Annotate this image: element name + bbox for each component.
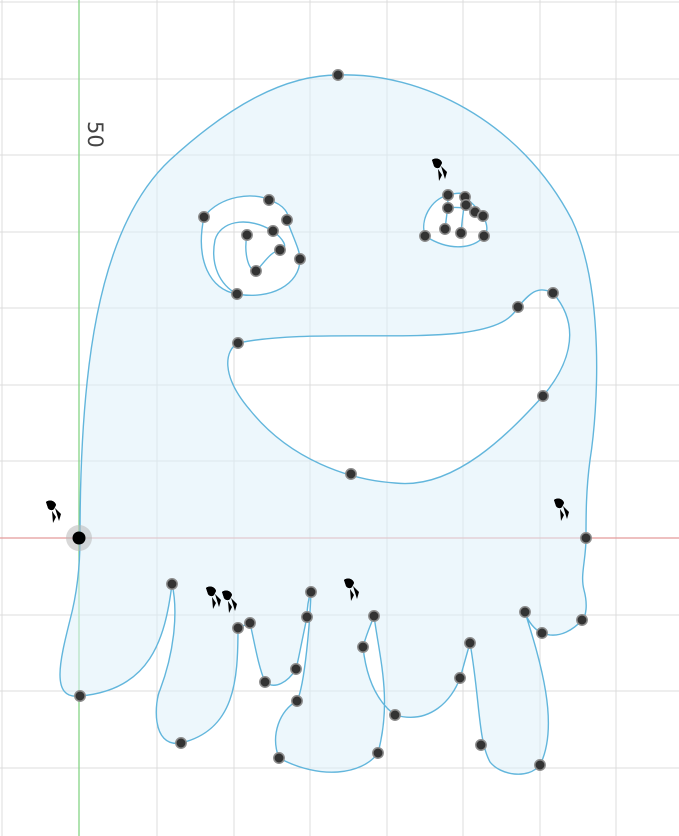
sketch-point-icon[interactable] [166, 578, 178, 590]
sketch-point-icon[interactable] [250, 265, 262, 277]
sketch-point-icon[interactable] [419, 230, 431, 242]
sketch-point-icon[interactable] [198, 211, 210, 223]
sketch-point-icon[interactable] [345, 468, 357, 480]
sketch-point-icon[interactable] [231, 288, 243, 300]
sketch-point-icon[interactable] [389, 709, 401, 721]
sketch-point-icon[interactable] [291, 695, 303, 707]
sketch-point-icon[interactable] [244, 617, 256, 629]
sketch-point-icon[interactable] [368, 610, 380, 622]
sketch-point-icon[interactable] [475, 739, 487, 751]
sketch-point-icon[interactable] [175, 737, 187, 749]
sketch-point-icon[interactable] [273, 752, 285, 764]
sketch-point-icon[interactable] [576, 614, 588, 626]
sketch-point-icon[interactable] [477, 210, 489, 222]
sketch-point-icon[interactable] [580, 532, 592, 544]
sketch-point-icon[interactable] [460, 199, 472, 211]
origin-point-icon[interactable] [66, 525, 92, 551]
sketch-point-icon[interactable] [281, 214, 293, 226]
sketch-point-icon[interactable] [455, 227, 467, 239]
sketch-point-icon[interactable] [263, 194, 275, 206]
fix-constraint-icon[interactable] [38, 500, 61, 523]
sketch-point-icon[interactable] [512, 301, 524, 313]
sketch-point-icon[interactable] [301, 611, 313, 623]
sketch-point-icon[interactable] [274, 244, 286, 256]
sketch-point-icon[interactable] [241, 229, 253, 241]
sketch-point-icon[interactable] [547, 287, 559, 299]
sketch-point-icon[interactable] [454, 672, 466, 684]
sketch-profile-outline[interactable] [59, 74, 598, 775]
sketch-point-icon[interactable] [332, 69, 344, 81]
dimension-label[interactable]: 50 [83, 121, 107, 148]
sketch-point-icon[interactable] [464, 637, 476, 649]
sketch-point-icon[interactable] [74, 690, 86, 702]
sketch-point-icon[interactable] [372, 747, 384, 759]
sketch-point-icon[interactable] [294, 253, 306, 265]
sketch-point-icon[interactable] [232, 622, 244, 634]
sketch-point-icon[interactable] [537, 390, 549, 402]
sketch-point-icon[interactable] [442, 189, 454, 201]
sketch-point-icon[interactable] [536, 627, 548, 639]
sketch-point-icon[interactable] [534, 759, 546, 771]
sketch-point-icon[interactable] [439, 223, 451, 235]
sketch-point-icon[interactable] [259, 676, 271, 688]
sketch-canvas[interactable]: 50 [0, 0, 679, 836]
sketch-point-icon[interactable] [519, 606, 531, 618]
sketch-point-icon[interactable] [305, 586, 317, 598]
sketch-point-icon[interactable] [267, 225, 279, 237]
sketch-point-icon[interactable] [442, 202, 454, 214]
sketch-point-icon[interactable] [232, 337, 244, 349]
sketch-point-icon[interactable] [478, 230, 490, 242]
sketch-point-icon[interactable] [290, 663, 302, 675]
sketch-point-icon[interactable] [357, 641, 369, 653]
